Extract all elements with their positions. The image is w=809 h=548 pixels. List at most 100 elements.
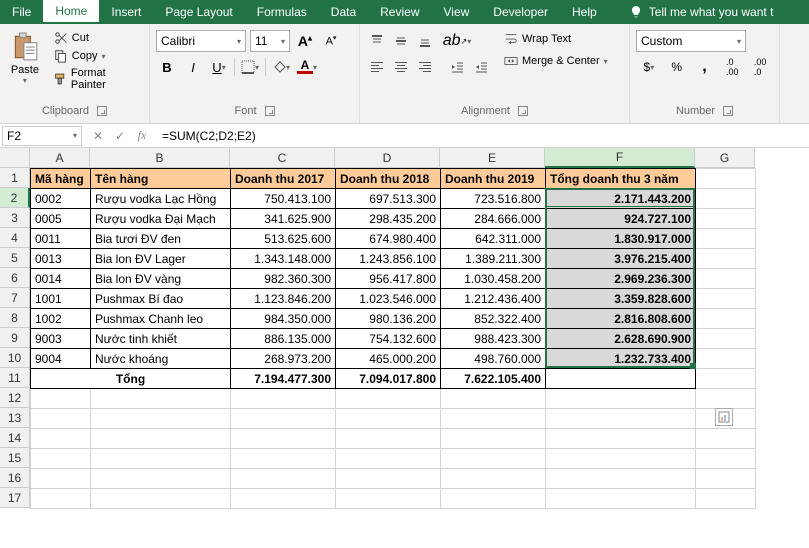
font-color-button[interactable]: A▾ xyxy=(296,56,318,78)
column-header-A[interactable]: A xyxy=(30,148,90,168)
cell-D13[interactable] xyxy=(336,409,441,429)
cell-C5[interactable]: 1.343.148.000 xyxy=(231,249,336,269)
cell-E7[interactable]: 1.212.436.400 xyxy=(441,289,546,309)
cell-D16[interactable] xyxy=(336,469,441,489)
cell-G12[interactable] xyxy=(696,389,756,409)
cell-D11[interactable]: 7.094.017.800 xyxy=(336,369,441,389)
decrease-font-button[interactable]: A▾ xyxy=(320,30,342,52)
align-left-button[interactable] xyxy=(366,56,388,78)
cell-B15[interactable] xyxy=(91,449,231,469)
cell-D15[interactable] xyxy=(336,449,441,469)
cell-E4[interactable]: 642.311.000 xyxy=(441,229,546,249)
cell-G11[interactable] xyxy=(696,369,756,389)
cell-B5[interactable]: Bia lon ĐV Lager xyxy=(91,249,231,269)
cell-G10[interactable] xyxy=(696,349,756,369)
cell-A7[interactable]: 1001 xyxy=(31,289,91,309)
cell-D4[interactable]: 674.980.400 xyxy=(336,229,441,249)
row-header-3[interactable]: 3 xyxy=(0,208,30,228)
copy-button[interactable]: Copy ▾ xyxy=(50,48,143,64)
accounting-format-button[interactable]: $▾ xyxy=(636,56,662,78)
menu-insert[interactable]: Insert xyxy=(99,0,153,24)
cell-F2[interactable]: 2.171.443.200 xyxy=(546,189,696,209)
cell-D7[interactable]: 1.023.546.000 xyxy=(336,289,441,309)
cell-C4[interactable]: 513.625.600 xyxy=(231,229,336,249)
row-header-2[interactable]: 2 xyxy=(0,188,30,208)
cell-D9[interactable]: 754.132.600 xyxy=(336,329,441,349)
wrap-text-button[interactable]: Wrap Text xyxy=(498,30,614,48)
cell-B1[interactable]: Tên hàng xyxy=(91,169,231,189)
cell-C6[interactable]: 982.360.300 xyxy=(231,269,336,289)
column-header-F[interactable]: F xyxy=(545,148,695,168)
cell-E12[interactable] xyxy=(441,389,546,409)
row-header-15[interactable]: 15 xyxy=(0,448,30,468)
menu-view[interactable]: View xyxy=(432,0,482,24)
cell-A2[interactable]: 0002 xyxy=(31,189,91,209)
cell-B8[interactable]: Pushmax Chanh leo xyxy=(91,309,231,329)
row-header-4[interactable]: 4 xyxy=(0,228,30,248)
cell-G15[interactable] xyxy=(696,449,756,469)
cell-G7[interactable] xyxy=(696,289,756,309)
cell-A1[interactable]: Mã hàng xyxy=(31,169,91,189)
cell-B7[interactable]: Pushmax Bí đao xyxy=(91,289,231,309)
cell-B4[interactable]: Bia tươi ĐV đen xyxy=(91,229,231,249)
cell-C8[interactable]: 984.350.000 xyxy=(231,309,336,329)
cell-E2[interactable]: 723.516.800 xyxy=(441,189,546,209)
row-header-7[interactable]: 7 xyxy=(0,288,30,308)
percent-format-button[interactable]: % xyxy=(664,56,690,78)
quick-analysis-button[interactable] xyxy=(715,408,733,426)
cell-A17[interactable] xyxy=(31,489,91,509)
cell-F7[interactable]: 3.359.828.600 xyxy=(546,289,696,309)
cell-E14[interactable] xyxy=(441,429,546,449)
cell-B14[interactable] xyxy=(91,429,231,449)
borders-button[interactable]: ▾ xyxy=(239,56,261,78)
alignment-dialog-launcher[interactable] xyxy=(518,106,528,116)
cell-F15[interactable] xyxy=(546,449,696,469)
cell-G9[interactable] xyxy=(696,329,756,349)
cell-D3[interactable]: 298.435.200 xyxy=(336,209,441,229)
formula-input[interactable] xyxy=(156,126,809,146)
cell-B3[interactable]: Rượu vodka Đại Mạch xyxy=(91,209,231,229)
cell-G1[interactable] xyxy=(696,169,756,189)
cell-D14[interactable] xyxy=(336,429,441,449)
cell-D8[interactable]: 980.136.200 xyxy=(336,309,441,329)
cell-C15[interactable] xyxy=(231,449,336,469)
cell-E16[interactable] xyxy=(441,469,546,489)
select-all-corner[interactable] xyxy=(0,148,30,168)
format-painter-button[interactable]: Format Painter xyxy=(50,66,143,92)
cell-A12[interactable] xyxy=(31,389,91,409)
row-header-10[interactable]: 10 xyxy=(0,348,30,368)
cell-C3[interactable]: 341.625.900 xyxy=(231,209,336,229)
cell-F17[interactable] xyxy=(546,489,696,509)
row-header-5[interactable]: 5 xyxy=(0,248,30,268)
worksheet-grid[interactable]: 1234567891011121314151617 ABCDEFG Mã hàn… xyxy=(0,148,809,548)
cell-E8[interactable]: 852.322.400 xyxy=(441,309,546,329)
cell-D2[interactable]: 697.513.300 xyxy=(336,189,441,209)
cell-A14[interactable] xyxy=(31,429,91,449)
font-dialog-launcher[interactable] xyxy=(265,106,275,116)
cell-F13[interactable] xyxy=(546,409,696,429)
cell-G17[interactable] xyxy=(696,489,756,509)
cell-C17[interactable] xyxy=(231,489,336,509)
cell-B17[interactable] xyxy=(91,489,231,509)
insert-function-button[interactable]: fx xyxy=(132,126,152,146)
cell-E6[interactable]: 1.030.458.200 xyxy=(441,269,546,289)
cell-B16[interactable] xyxy=(91,469,231,489)
align-top-button[interactable] xyxy=(366,30,388,52)
number-dialog-launcher[interactable] xyxy=(723,106,733,116)
cell-F4[interactable]: 1.830.917.000 xyxy=(546,229,696,249)
cell-C13[interactable] xyxy=(231,409,336,429)
cell-A3[interactable]: 0005 xyxy=(31,209,91,229)
cell-A9[interactable]: 9003 xyxy=(31,329,91,349)
decrease-indent-button[interactable] xyxy=(446,56,468,78)
cell-F11[interactable] xyxy=(546,369,696,389)
font-size-combo[interactable]: 11▾ xyxy=(250,30,290,52)
cell-G14[interactable] xyxy=(696,429,756,449)
cancel-formula-button[interactable]: ✕ xyxy=(88,126,108,146)
cell-B12[interactable] xyxy=(91,389,231,409)
cell-F16[interactable] xyxy=(546,469,696,489)
align-right-button[interactable] xyxy=(414,56,436,78)
paste-button[interactable]: Paste ▾ xyxy=(6,28,44,103)
row-header-11[interactable]: 11 xyxy=(0,368,30,388)
menu-formulas[interactable]: Formulas xyxy=(245,0,319,24)
cell-B10[interactable]: Nước khoáng xyxy=(91,349,231,369)
